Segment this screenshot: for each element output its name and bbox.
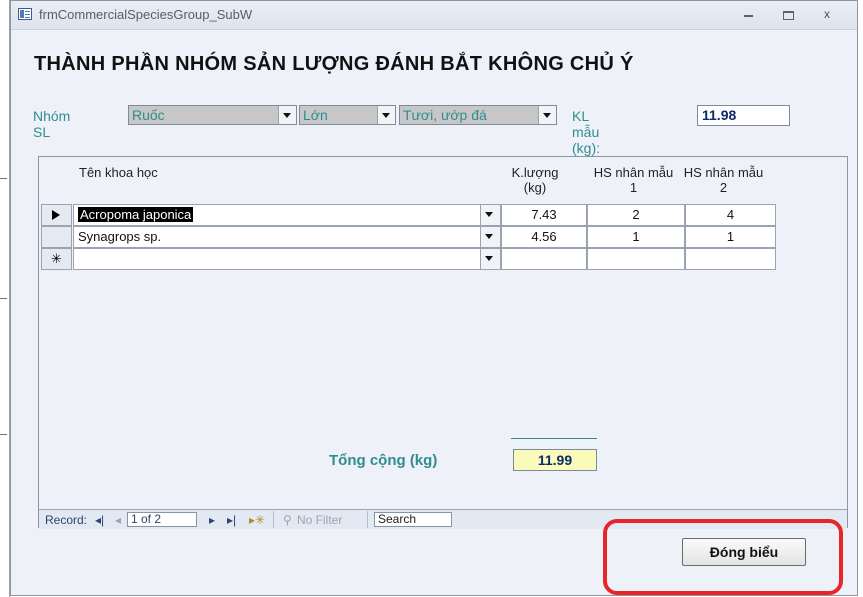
no-filter-button[interactable]: No Filter (297, 513, 342, 527)
cell-multiplier-2[interactable]: 4 (685, 204, 776, 226)
sample-weight-label: KL mẫu (kg): (572, 108, 600, 156)
new-record-icon[interactable]: ✳ (41, 248, 72, 270)
cell-weight[interactable] (501, 248, 587, 270)
group-value: Ruốc (132, 107, 165, 123)
form-window: frmCommercialSpeciesGroup_SubW x THÀNH P… (10, 0, 858, 596)
search-input[interactable]: Search (374, 512, 452, 527)
form-icon (18, 8, 32, 20)
species-datasheet: Tên khoa học K.lượng (kg) HS nhân mẫu 1 … (38, 156, 848, 529)
header-weight: K.lượng (kg) (511, 165, 559, 195)
cell-multiplier-2[interactable] (685, 248, 776, 270)
minimize-button[interactable] (734, 4, 762, 24)
annotation-highlight (603, 519, 843, 595)
cell-multiplier-1[interactable]: 2 (587, 204, 685, 226)
background-window-edge (0, 0, 10, 597)
filter-icon: ⚲ (283, 513, 292, 527)
cell-weight[interactable]: 4.56 (501, 226, 587, 248)
size-combo[interactable]: Lớn (299, 105, 396, 125)
cell-scientific-name[interactable]: Acropoma japonica (73, 204, 501, 226)
cell-scientific-name[interactable] (73, 248, 501, 270)
form-heading: THÀNH PHẦN NHÓM SẢN LƯỢNG ĐÁNH BẮT KHÔNG… (34, 53, 634, 75)
cell-name-text: Acropoma japonica (78, 207, 194, 222)
record-label: Record: (45, 513, 88, 527)
chevron-down-icon[interactable] (480, 249, 500, 269)
group-combo[interactable]: Ruốc (128, 105, 297, 125)
new-record-nav-icon[interactable]: ▸✳ (249, 513, 265, 527)
chevron-down-icon[interactable] (278, 106, 296, 124)
current-record-field[interactable]: 1 of 2 (127, 512, 197, 527)
divider (273, 511, 274, 528)
window-title: frmCommercialSpeciesGroup_SubW (39, 7, 253, 22)
cell-multiplier-1[interactable]: 1 (587, 226, 685, 248)
cell-multiplier-1[interactable] (587, 248, 685, 270)
edge-tick (0, 434, 7, 435)
condition-combo[interactable]: Tươi, ướp đá (399, 105, 557, 125)
chevron-down-icon[interactable] (480, 205, 500, 225)
last-record-icon[interactable]: ▸| (227, 513, 236, 527)
close-button[interactable]: x (813, 4, 841, 24)
cell-name-text: Synagrops sp. (78, 229, 162, 244)
record-selector[interactable] (41, 226, 72, 248)
edge-tick (0, 298, 7, 299)
header-multiplier-1: HS nhân mẫu 1 (593, 165, 674, 195)
chevron-down-icon[interactable] (377, 106, 395, 124)
group-label: Nhóm SL (33, 108, 71, 140)
next-record-icon[interactable]: ▸ (209, 513, 215, 527)
previous-record-icon[interactable]: ◂ (115, 513, 121, 527)
record-selector[interactable] (41, 204, 72, 226)
first-record-icon[interactable]: ◂| (95, 513, 104, 527)
sample-weight-field[interactable]: 11.98 (697, 105, 790, 126)
condition-value: Tươi, ướp đá (403, 107, 487, 123)
size-value: Lớn (303, 107, 328, 123)
cell-multiplier-2[interactable]: 1 (685, 226, 776, 248)
header-scientific-name: Tên khoa học (79, 165, 158, 180)
total-weight-field: 11.99 (513, 449, 597, 471)
total-divider (511, 438, 597, 439)
edge-tick (0, 178, 7, 179)
cell-scientific-name[interactable]: Synagrops sp. (73, 226, 501, 248)
maximize-button[interactable] (774, 4, 802, 24)
divider (367, 511, 368, 528)
header-multiplier-2: HS nhân mẫu 2 (683, 165, 764, 195)
cell-weight[interactable]: 7.43 (501, 204, 587, 226)
total-label: Tổng cộng (kg) (329, 452, 438, 469)
title-bar[interactable]: frmCommercialSpeciesGroup_SubW x (11, 1, 857, 30)
chevron-down-icon[interactable] (480, 227, 500, 247)
chevron-down-icon[interactable] (538, 106, 556, 124)
